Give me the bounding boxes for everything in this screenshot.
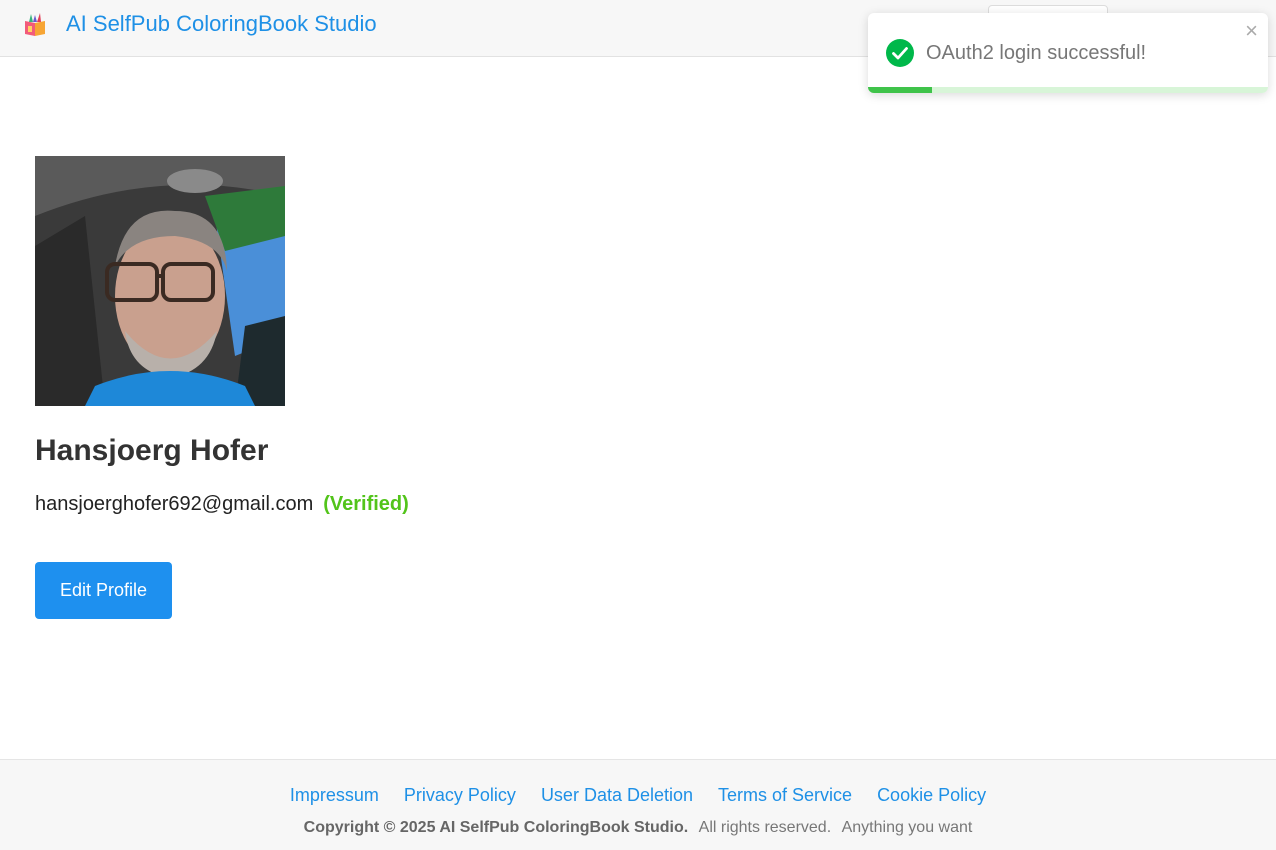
check-circle-icon [886, 39, 914, 67]
footer-link-terms-of-service[interactable]: Terms of Service [718, 785, 852, 806]
user-email: hansjoerghofer692@gmail.com [35, 493, 314, 515]
footer-links: Impressum Privacy Policy User Data Delet… [0, 785, 1276, 806]
copyright-line: Copyright © 2025 AI SelfPub ColoringBook… [0, 819, 1276, 837]
footer-link-impressum[interactable]: Impressum [290, 785, 379, 806]
footer-link-cookie-policy[interactable]: Cookie Policy [877, 785, 986, 806]
edit-profile-button[interactable]: Edit Profile [35, 562, 172, 619]
book-pencils-icon[interactable] [22, 12, 48, 38]
email-row: hansjoerghofer692@gmail.com (Verified) [35, 493, 409, 516]
toast-message: OAuth2 login successful! [926, 42, 1147, 64]
rights-text: All rights reserved. [698, 819, 832, 836]
footer: Impressum Privacy Policy User Data Delet… [0, 759, 1276, 850]
user-name: Hansjoerg Hofer [35, 434, 269, 467]
avatar-photo [35, 156, 285, 406]
footer-link-user-data-deletion[interactable]: User Data Deletion [541, 785, 693, 806]
verified-badge: (Verified) [323, 493, 409, 515]
avatar [35, 156, 285, 406]
close-icon[interactable]: × [1245, 19, 1258, 43]
copyright-text: Copyright © 2025 AI SelfPub ColoringBook… [303, 819, 689, 836]
toast-notification: OAuth2 login successful! × [868, 13, 1268, 93]
toast-progress-track [868, 87, 1268, 93]
footer-link-privacy-policy[interactable]: Privacy Policy [404, 785, 516, 806]
app-title-link[interactable]: AI SelfPub ColoringBook Studio [66, 11, 377, 37]
toast-progress-bar [868, 87, 932, 93]
tagline-text: Anything you want [841, 819, 973, 836]
